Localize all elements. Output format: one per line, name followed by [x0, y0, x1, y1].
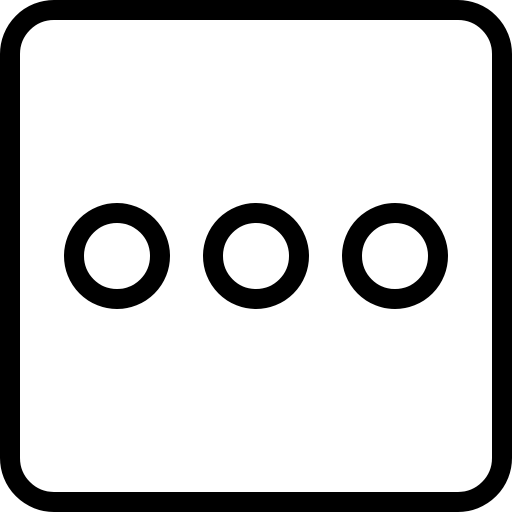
- more-options-square-icon[interactable]: [0, 0, 512, 512]
- icon-canvas: [0, 0, 512, 512]
